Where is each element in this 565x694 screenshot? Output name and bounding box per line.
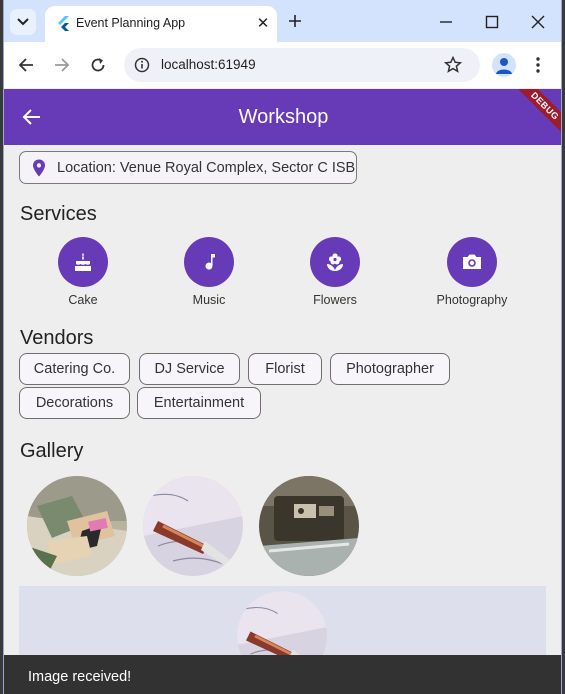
bookmark-star-icon[interactable] — [444, 56, 462, 74]
gallery-image[interactable] — [259, 476, 359, 576]
location-pin-icon — [33, 159, 45, 177]
gallery-heading: Gallery — [20, 440, 84, 462]
main-content: Location: Venue Royal Complex, Sector C … — [4, 145, 561, 655]
cake-icon — [75, 253, 91, 271]
service-photography-button[interactable] — [447, 237, 497, 287]
service-label: Photography — [436, 293, 508, 307]
reload-icon — [91, 58, 105, 72]
address-bar[interactable]: localhost:61949 — [124, 48, 480, 82]
tab-title: Event Planning App — [76, 16, 186, 30]
snackbar-message: Image received! — [28, 669, 132, 685]
back-button[interactable] — [14, 53, 38, 77]
flower-icon — [327, 253, 343, 271]
preview-photo-pen — [237, 591, 327, 655]
service-music-button[interactable] — [184, 237, 234, 287]
vendors-heading: Vendors — [20, 327, 94, 349]
person-icon — [496, 58, 512, 74]
browser-menu-button[interactable] — [530, 53, 546, 77]
reload-button[interactable] — [86, 53, 110, 77]
browser-window: Event Planning App ✕ localhost:61949 Wor… — [3, 0, 562, 694]
vendor-chip-decorations[interactable]: Decorations — [19, 387, 130, 419]
service-cake[interactable]: Cake — [38, 237, 128, 307]
gallery-photo-vintage — [259, 476, 359, 576]
profile-avatar[interactable] — [492, 53, 516, 77]
arrow-left-icon — [18, 58, 33, 72]
page-title: Workshop — [238, 106, 329, 128]
service-flowers[interactable]: Flowers — [290, 237, 380, 307]
image-preview-panel — [19, 586, 546, 655]
gallery-image[interactable] — [143, 476, 243, 576]
service-label: Cake — [68, 293, 98, 307]
tab-event-planning[interactable]: Event Planning App ✕ — [45, 6, 277, 42]
tab-close-icon[interactable]: ✕ — [253, 13, 273, 33]
gallery-image[interactable] — [27, 476, 127, 576]
camera-icon — [463, 254, 481, 269]
location-text: Location: Venue Royal Complex, Sector C … — [57, 160, 356, 176]
minimize-icon — [440, 21, 452, 23]
music-note-icon — [205, 254, 215, 270]
gallery-photo-hands — [27, 476, 127, 576]
flutter-icon — [58, 16, 69, 31]
vendor-chip-catering[interactable]: Catering Co. — [19, 353, 130, 385]
vendor-chip-dj-service[interactable]: DJ Service — [139, 353, 240, 385]
maximize-button[interactable] — [480, 10, 504, 34]
service-music[interactable]: Music — [164, 237, 254, 307]
url-text[interactable]: localhost:61949 — [161, 57, 256, 72]
service-label: Music — [192, 293, 226, 307]
maximize-icon — [485, 15, 499, 29]
vendor-chip-florist[interactable]: Florist — [248, 353, 322, 385]
services-heading: Services — [20, 203, 97, 225]
plus-icon — [289, 15, 301, 27]
close-window-button[interactable] — [526, 10, 550, 34]
service-label: Flowers — [313, 293, 357, 307]
chevron-down-icon — [17, 18, 29, 26]
more-vertical-icon — [536, 57, 540, 73]
browser-toolbar: localhost:61949 — [4, 42, 561, 88]
forward-button[interactable] — [50, 53, 74, 77]
service-photography[interactable]: Photography — [427, 237, 517, 307]
app-bar: Workshop DEBUG — [4, 89, 561, 145]
site-info-icon[interactable] — [134, 57, 150, 73]
service-cake-button[interactable] — [58, 237, 108, 287]
location-field[interactable]: Location: Venue Royal Complex, Sector C … — [19, 151, 357, 184]
tab-search-button[interactable] — [10, 9, 36, 35]
gallery-photo-pen — [143, 476, 243, 576]
tab-strip: Event Planning App ✕ — [4, 0, 561, 42]
close-icon — [531, 15, 545, 29]
new-tab-button[interactable] — [285, 11, 305, 31]
service-flowers-button[interactable] — [310, 237, 360, 287]
vendor-chip-entertainment[interactable]: Entertainment — [137, 387, 261, 419]
snackbar: Image received! — [4, 655, 561, 694]
vendor-chip-photographer[interactable]: Photographer — [330, 353, 450, 385]
preview-image[interactable] — [237, 591, 327, 655]
arrow-right-icon — [55, 58, 70, 72]
minimize-button[interactable] — [434, 10, 458, 34]
